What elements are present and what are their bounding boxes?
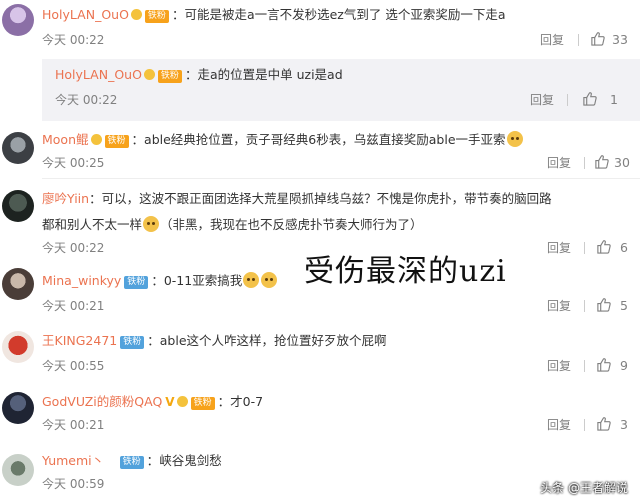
divider	[584, 300, 585, 312]
comment-item: Moon鲲 铁粉 ：able经典抢位置，贡子哥经典6秒表，乌兹直接奖励able一手亚…	[0, 124, 640, 180]
level-icon	[130, 9, 142, 20]
emoji-icon	[261, 272, 278, 288]
comment-line: 廖吟Yiin：可以，这波不跟正面团选择大荒星陨抓掉线乌兹？不愧是你虎扑，带节奏的…	[42, 191, 552, 206]
divider	[584, 242, 585, 254]
fan-badge: 铁粉	[144, 10, 169, 23]
level-icon	[176, 396, 188, 407]
username[interactable]: Yumemi丶	[42, 453, 104, 468]
fan-badge: 铁粉	[104, 135, 129, 148]
level-icon	[90, 134, 102, 145]
timestamp: 今天 00:22	[55, 93, 118, 107]
level-icon	[143, 69, 155, 80]
comment-item: HolyLAN_OuO 铁粉 ：可能是被走a一言不发秒选ez气到了 选个亚索奖励一下…	[0, 0, 640, 59]
reply-button[interactable]: 回复	[547, 298, 571, 314]
reply-button[interactable]: 回复	[547, 358, 571, 374]
avatar[interactable]	[2, 392, 34, 424]
watermark: 头条 @王者解说	[540, 481, 628, 495]
emoji-icon	[143, 216, 160, 232]
verified-v-icon: V	[165, 395, 175, 409]
comment-item: HolyLAN_OuO 铁粉 ：走a的位置是中单 uzi是ad 今天 00:22 回…	[0, 59, 640, 121]
comment-line: Moon鲲 铁粉 ：able经典抢位置，贡子哥经典6秒表，乌兹直接奖励able一手亚…	[42, 131, 524, 149]
reply-button[interactable]: 回复	[547, 155, 571, 171]
like-count: 1	[610, 92, 618, 107]
timestamp: 今天 00:55	[42, 359, 105, 373]
username[interactable]: GodVUZi的颜粉QAQ	[42, 394, 162, 409]
timestamp: 今天 00:21	[42, 418, 105, 432]
avatar[interactable]	[2, 268, 34, 300]
comment-text: 峡谷鬼剑愁	[159, 453, 222, 468]
like-icon[interactable]	[582, 91, 598, 107]
comment-text: 可以，这波不跟正面团选择大荒星陨抓掉线乌兹？不愧是你虎扑，带节奏的脑回路	[101, 191, 552, 206]
like-icon[interactable]	[596, 416, 612, 432]
timestamp: 今天 00:25	[42, 156, 105, 170]
avatar[interactable]	[2, 4, 34, 36]
divider	[584, 360, 585, 372]
like-icon[interactable]	[596, 297, 612, 313]
like-count: 30	[614, 155, 630, 170]
reply-button[interactable]: 回复	[547, 417, 571, 433]
username[interactable]: 王KING2471	[42, 333, 117, 348]
emoji-icon	[506, 131, 523, 147]
emoji-icon	[243, 272, 260, 288]
fan-badge: 铁粉	[124, 276, 149, 289]
divider	[578, 34, 579, 46]
like-icon[interactable]	[596, 357, 612, 373]
username[interactable]: 廖吟Yiin	[42, 191, 89, 206]
like-count: 9	[620, 358, 628, 373]
comment-item: 王KING2471 铁粉 ：able这个人咋这样，抢位置好歹放个屁啊 今天 00:5…	[0, 323, 640, 383]
reply-button[interactable]: 回复	[540, 32, 564, 48]
divider-line	[42, 178, 640, 179]
like-count: 5	[620, 298, 628, 313]
like-count: 3	[620, 417, 628, 432]
fan-badge: 铁粉	[120, 336, 145, 349]
like-count: 33	[612, 32, 628, 47]
username[interactable]: Mina_winkyy	[42, 273, 121, 288]
username[interactable]: Moon鲲	[42, 132, 89, 147]
timestamp: 今天 00:59	[42, 477, 105, 491]
like-icon[interactable]	[590, 31, 606, 47]
username[interactable]: HolyLAN_OuO	[55, 67, 142, 82]
avatar[interactable]	[2, 132, 34, 164]
comment-item: GodVUZi的颜粉QAQ V 铁粉 ：才0-7 今天 00:21 回复 3	[0, 386, 640, 444]
comment-line: Yumemi丶 铁粉 ：峡谷鬼剑愁	[42, 453, 222, 469]
fan-badge: 铁粉	[157, 70, 182, 83]
reply-button[interactable]: 回复	[530, 92, 554, 108]
comment-text: 可能是被走a一言不发秒选ez气到了 选个亚索奖励一下走a	[184, 7, 506, 22]
comment-line: HolyLAN_OuO 铁粉 ：可能是被走a一言不发秒选ez气到了 选个亚索奖励一下…	[42, 7, 506, 23]
comment-text: 都和别人不太一样	[42, 217, 143, 232]
comment-text: 走a的位置是中单 uzi是ad	[197, 67, 343, 82]
like-icon[interactable]	[596, 239, 612, 255]
username[interactable]: HolyLAN_OuO	[42, 7, 129, 22]
divider	[567, 94, 568, 106]
comment-text: 才0-7	[230, 394, 264, 409]
fan-badge: 铁粉	[119, 456, 144, 469]
comment-text: able这个人咋这样，抢位置好歹放个屁啊	[159, 333, 387, 348]
comment-text: 0-11亚索搞我	[163, 273, 243, 288]
overlay-caption: 受伤最深的uzi	[304, 254, 507, 289]
comment-line-cont: 都和别人不太一样 （非黑，我现在也不反感虎扑节奏大师行为了）	[42, 216, 423, 234]
divider	[584, 157, 585, 169]
comment-line: HolyLAN_OuO 铁粉 ：走a的位置是中单 uzi是ad	[55, 67, 343, 83]
reply-button[interactable]: 回复	[547, 240, 571, 256]
timestamp: 今天 00:22	[42, 241, 105, 255]
timestamp: 今天 00:21	[42, 299, 105, 313]
divider	[584, 419, 585, 431]
comment-text: （非黑，我现在也不反感虎扑节奏大师行为了）	[160, 217, 423, 232]
comment-line: Mina_winkyy 铁粉 ：0-11亚索搞我	[42, 272, 278, 290]
fan-badge: 铁粉	[190, 397, 215, 410]
avatar[interactable]	[2, 454, 34, 486]
avatar[interactable]	[2, 331, 34, 363]
comment-line: 王KING2471 铁粉 ：able这个人咋这样，抢位置好歹放个屁啊	[42, 333, 387, 349]
like-count: 6	[620, 240, 628, 255]
comment-text: able经典抢位置，贡子哥经典6秒表，乌兹直接奖励able一手亚索	[144, 132, 506, 147]
like-icon[interactable]	[594, 154, 610, 170]
avatar[interactable]	[2, 190, 34, 222]
comment-line: GodVUZi的颜粉QAQ V 铁粉 ：才0-7	[42, 394, 264, 410]
timestamp: 今天 00:22	[42, 33, 105, 47]
